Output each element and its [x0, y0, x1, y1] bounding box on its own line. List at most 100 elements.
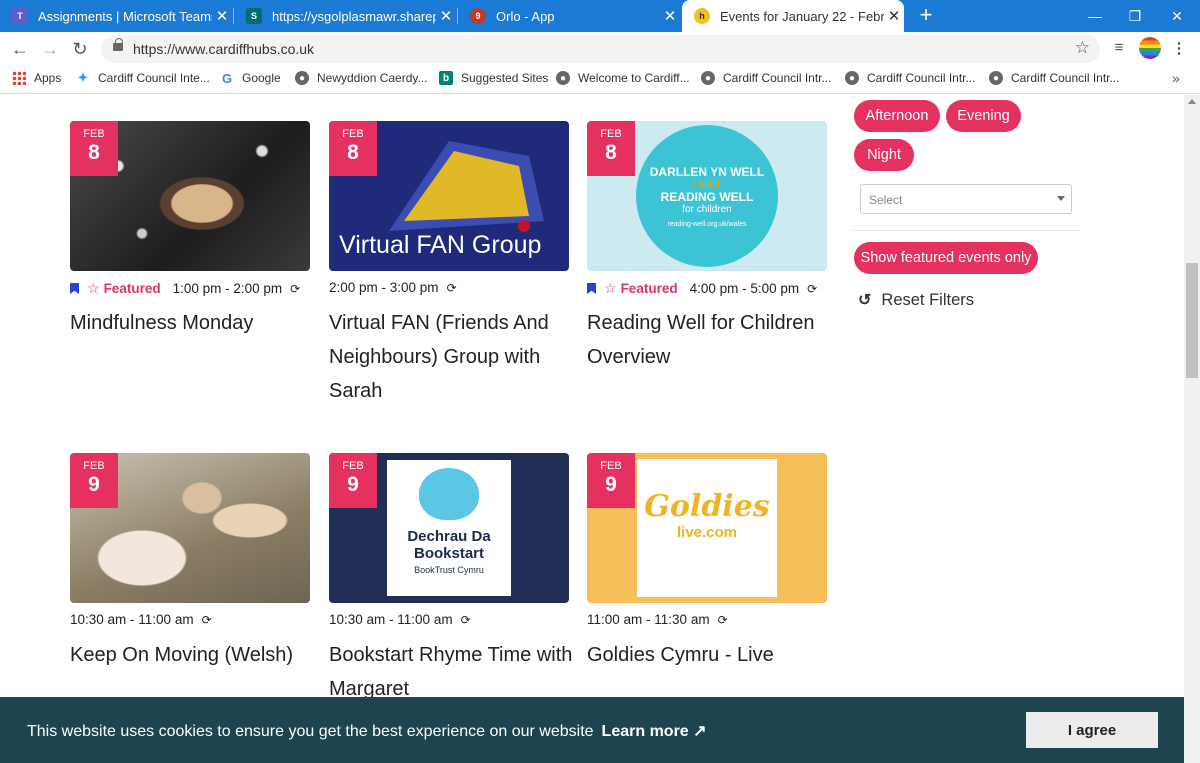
- bookmark-item[interactable]: ● Cardiff Council Intr...: [989, 71, 1120, 85]
- address-row: ← → ↻ https://www.cardiffhubs.co.uk ☆ ≡ …: [0, 32, 1200, 66]
- orlo-icon: 9: [470, 8, 486, 24]
- reload-icon[interactable]: ↻: [68, 37, 92, 61]
- profile-avatar[interactable]: [1139, 37, 1161, 59]
- new-tab-button[interactable]: +: [914, 4, 938, 28]
- globe-icon: ●: [845, 71, 859, 85]
- close-icon[interactable]: ✕: [884, 7, 904, 25]
- bookmark-icon: [70, 283, 79, 294]
- event-image[interactable]: DARLLEN YN WELL i blant READING WELL for…: [587, 121, 827, 271]
- reading-well-logo: DARLLEN YN WELL i blant READING WELL for…: [636, 125, 778, 267]
- recurring-icon: ⟳: [807, 281, 818, 296]
- date-badge: FEB 8: [329, 121, 377, 176]
- bookmark-item[interactable]: ● Welcome to Cardiff...: [556, 71, 690, 85]
- sharepoint-icon: S: [246, 8, 262, 24]
- event-meta: 10:30 am - 11:00 am ⟳: [329, 612, 471, 627]
- reading-list-icon[interactable]: ≡: [1108, 39, 1130, 61]
- event-image[interactable]: Goldies live.com FEB 9: [587, 453, 827, 603]
- event-image[interactable]: FEB 9: [70, 453, 310, 603]
- scrollbar-thumb[interactable]: [1186, 263, 1198, 378]
- event-title[interactable]: Reading Well for Children Overview: [587, 306, 837, 374]
- globe-icon: ●: [556, 71, 570, 85]
- recurring-icon: ⟳: [290, 281, 301, 296]
- event-time: 10:30 am - 11:00 am: [329, 612, 453, 627]
- date-badge: FEB 9: [70, 453, 118, 508]
- bookmarks-overflow-button[interactable]: »: [1172, 70, 1180, 86]
- close-icon[interactable]: ✕: [660, 7, 680, 25]
- forward-icon[interactable]: →: [38, 37, 62, 61]
- bookmark-star-icon[interactable]: ☆: [1075, 38, 1090, 58]
- event-title[interactable]: Mindfulness Monday: [70, 306, 320, 340]
- event-image[interactable]: FEB 8 Virtual FAN Group: [329, 121, 569, 271]
- twitter-icon: ✦: [77, 70, 89, 85]
- globe-icon: ●: [989, 71, 1003, 85]
- divider: [852, 230, 1080, 231]
- event-time: 2:00 pm - 3:00 pm: [329, 280, 439, 295]
- recurring-icon: ⟳: [460, 612, 471, 627]
- tab-teams[interactable]: T Assignments | Microsoft Teams ✕: [0, 0, 232, 32]
- bookmark-item[interactable]: ● Cardiff Council Intr...: [845, 71, 976, 85]
- bookstart-logo: Dechrau Da Bookstart BookTrust Cymru: [387, 460, 511, 596]
- bookmark-item[interactable]: ● Cardiff Council Intr...: [701, 71, 832, 85]
- tab-events[interactable]: h Events for January 22 - February ✕: [682, 0, 904, 32]
- close-icon[interactable]: ✕: [212, 7, 232, 25]
- reset-filters-button[interactable]: ↺ Reset Filters: [858, 290, 974, 310]
- bing-icon: b: [439, 71, 453, 85]
- teams-icon: T: [12, 8, 28, 24]
- learn-more-link[interactable]: Learn more ↗: [602, 723, 707, 740]
- tab-sharepoint[interactable]: S https://ysgolplasmawr.sharepoint ✕: [234, 0, 456, 32]
- event-title[interactable]: Bookstart Rhyme Time with Margaret: [329, 638, 579, 706]
- hubs-icon: h: [694, 8, 710, 24]
- event-image[interactable]: Dechrau Da Bookstart BookTrust Cymru FEB…: [329, 453, 569, 603]
- tab-orlo[interactable]: 9 Orlo - App ✕: [458, 0, 680, 32]
- date-badge: FEB 8: [70, 121, 118, 176]
- globe-icon: ●: [295, 71, 309, 85]
- restore-icon[interactable]: ❐: [1114, 0, 1156, 32]
- bookmark-item[interactable]: ● Newyddion Caerdy...: [295, 71, 428, 85]
- bookmark-icon: [587, 283, 596, 294]
- filter-night-button[interactable]: Night: [854, 139, 914, 171]
- chevron-down-icon: [1057, 196, 1065, 201]
- globe-icon: ●: [701, 71, 715, 85]
- event-meta: ☆ Featured 1:00 pm - 2:00 pm ⟳: [70, 280, 300, 297]
- bookmark-item[interactable]: ✦ Cardiff Council Inte...: [76, 70, 210, 85]
- minimize-icon[interactable]: —: [1074, 0, 1116, 32]
- agree-button[interactable]: I agree: [1026, 712, 1158, 748]
- lock-icon: [113, 38, 123, 51]
- event-meta: ☆ Featured 4:00 pm - 5:00 pm ⟳: [587, 280, 817, 297]
- event-title[interactable]: Virtual FAN (Friends And Neighbours) Gro…: [329, 306, 579, 408]
- bookmark-item[interactable]: b Suggested Sites: [439, 71, 548, 85]
- date-badge: FEB 9: [329, 453, 377, 508]
- close-icon[interactable]: ✕: [436, 7, 456, 25]
- featured-only-button[interactable]: Show featured events only: [854, 242, 1038, 274]
- scrollbar-track[interactable]: [1184, 95, 1200, 763]
- google-icon: G: [221, 70, 233, 86]
- browser-tab-bar: T Assignments | Microsoft Teams ✕ S http…: [0, 0, 1200, 32]
- filter-afternoon-button[interactable]: Afternoon: [854, 100, 940, 132]
- event-time: 4:00 pm - 5:00 pm: [689, 281, 800, 296]
- event-meta: 11:00 am - 11:30 am ⟳: [587, 612, 728, 627]
- event-title[interactable]: Goldies Cymru - Live: [587, 638, 837, 672]
- recurring-icon: ⟳: [717, 612, 728, 627]
- goldies-logo: Goldies live.com: [637, 459, 777, 597]
- bookmarks-bar: Apps ✦ Cardiff Council Inte... G Google …: [0, 66, 1200, 94]
- event-title[interactable]: Keep On Moving (Welsh): [70, 638, 320, 672]
- filter-evening-button[interactable]: Evening: [946, 100, 1021, 132]
- event-image[interactable]: FEB 8: [70, 121, 310, 271]
- window-close-icon[interactable]: ✕: [1156, 0, 1198, 32]
- event-meta: 10:30 am - 11:00 am ⟳: [70, 612, 212, 627]
- bookmark-item[interactable]: G Google: [220, 70, 281, 86]
- back-icon[interactable]: ←: [8, 37, 32, 61]
- menu-icon[interactable]: ⋮: [1168, 39, 1190, 61]
- scroll-up-icon[interactable]: [1188, 99, 1196, 104]
- address-bar[interactable]: https://www.cardiffhubs.co.uk ☆: [101, 35, 1100, 63]
- url-text[interactable]: https://www.cardiffhubs.co.uk: [133, 41, 314, 57]
- star-icon: ☆: [604, 280, 617, 296]
- filter-select[interactable]: Select: [860, 184, 1072, 214]
- bookmark-apps[interactable]: Apps: [12, 71, 61, 85]
- star-icon: ☆: [87, 280, 100, 296]
- page-content: FEB 8 ☆ Featured 1:00 pm - 2:00 pm ⟳ Min…: [0, 95, 1184, 763]
- featured-label: Featured: [620, 281, 678, 296]
- recurring-icon: ⟳: [201, 612, 212, 627]
- date-badge: FEB 8: [587, 121, 635, 176]
- event-time: 1:00 pm - 2:00 pm: [172, 281, 283, 296]
